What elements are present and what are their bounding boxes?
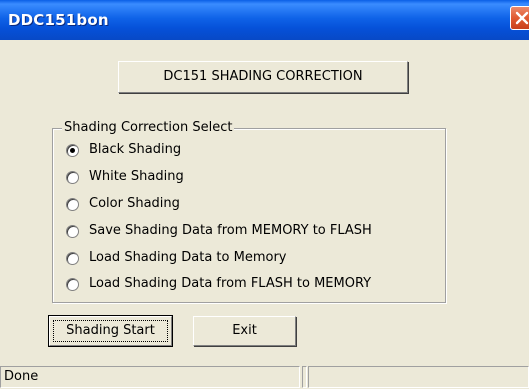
radio-label: Load Shading Data from FLASH to MEMORY — [89, 276, 372, 291]
radio-button[interactable] — [66, 251, 79, 265]
radio-load-flash-to-memory[interactable]: Load Shading Data from FLASH to MEMORY — [66, 275, 371, 293]
radio-white-shading[interactable]: White Shading — [66, 168, 184, 186]
window-title: DDC151bon — [8, 11, 109, 29]
radio-color-shading[interactable]: Color Shading — [66, 195, 180, 213]
title-bar[interactable]: DDC151bon — [0, 0, 529, 40]
shading-start-label: Shading Start — [66, 323, 155, 338]
status-text: Done — [4, 369, 39, 384]
radio-label: Color Shading — [89, 196, 180, 211]
groupbox-legend: Shading Correction Select — [62, 119, 235, 137]
status-pane-2 — [302, 366, 307, 388]
radio-button[interactable] — [66, 224, 79, 238]
app-window: DDC151bon DC151 SHADING CORRECTION Shadi… — [0, 0, 529, 389]
radio-label: Load Shading Data to Memory — [89, 250, 287, 265]
radio-load-to-memory[interactable]: Load Shading Data to Memory — [66, 249, 287, 267]
radio-label: Black Shading — [89, 142, 182, 157]
exit-button[interactable]: Exit — [193, 316, 296, 346]
status-pane-main: Done — [0, 366, 300, 388]
radio-save-memory-to-flash[interactable]: Save Shading Data from MEMORY to FLASH — [66, 222, 372, 240]
radio-button[interactable] — [66, 197, 79, 211]
radio-button[interactable] — [66, 277, 79, 291]
radio-button-checked[interactable] — [66, 143, 79, 157]
status-bar: Done — [0, 364, 529, 389]
radio-label: White Shading — [89, 169, 184, 184]
shading-correction-header-button[interactable]: DC151 SHADING CORRECTION — [118, 61, 408, 93]
close-button[interactable] — [510, 6, 529, 30]
status-pane-3 — [308, 366, 529, 388]
shading-start-button[interactable]: Shading Start — [48, 315, 173, 347]
radio-black-shading[interactable]: Black Shading — [66, 141, 181, 159]
radio-label: Save Shading Data from MEMORY to FLASH — [89, 223, 372, 238]
radio-button[interactable] — [66, 170, 79, 184]
close-icon — [515, 11, 529, 25]
